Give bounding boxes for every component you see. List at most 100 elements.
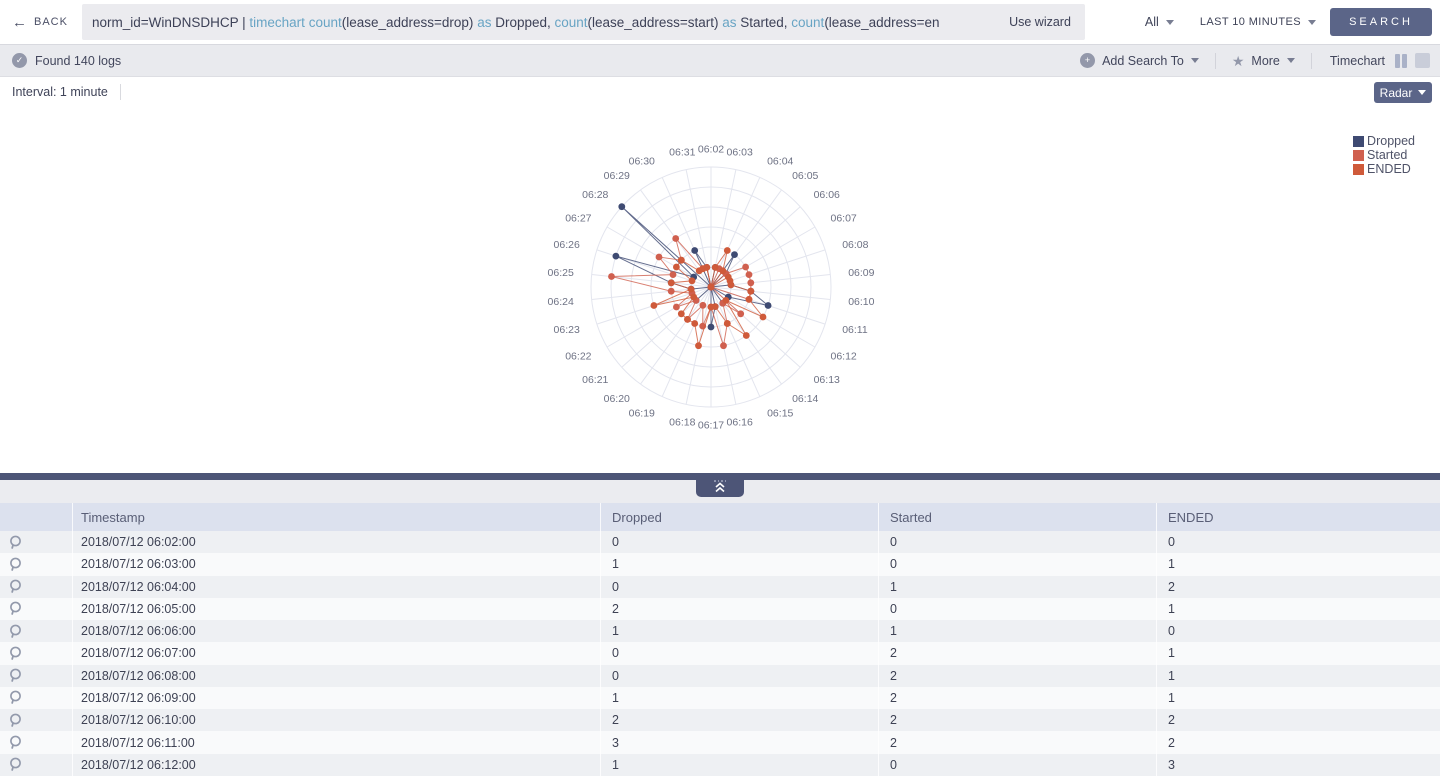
plus-circle-icon: + [1080, 53, 1095, 68]
table-row: 2018/07/12 06:03:00 1 0 1 [0, 553, 1440, 575]
status-text: Found 140 logs [35, 54, 121, 68]
legend-item: Dropped [1353, 134, 1415, 148]
search-magnifier-icon[interactable] [8, 735, 22, 750]
svg-text:06:18: 06:18 [669, 417, 695, 429]
svg-text:06:14: 06:14 [792, 393, 818, 405]
svg-text:06:10: 06:10 [848, 296, 874, 308]
search-magnifier-icon[interactable] [8, 646, 22, 661]
time-range-dropdown[interactable]: LAST 10 MINUTES [1200, 16, 1316, 28]
chart-type-label: Radar [1380, 86, 1413, 100]
query-token: Started, [740, 15, 791, 30]
table-header-timestamp[interactable]: Timestamp [72, 503, 600, 531]
search-magnifier-icon[interactable] [8, 557, 22, 572]
timestamp-cell: 2018/07/12 06:04:00 [72, 576, 600, 598]
query-token: Dropped, [495, 15, 554, 30]
search-magnifier-icon[interactable] [8, 579, 22, 594]
timestamp-cell: 2018/07/12 06:12:00 [72, 754, 600, 776]
table-header-row: Timestamp Dropped Started ENDED [0, 503, 1440, 531]
dropped-cell: 1 [600, 687, 878, 709]
row-icon-cell [0, 620, 72, 642]
dropped-cell: 0 [600, 531, 878, 553]
row-icon-cell [0, 687, 72, 709]
more-dropdown[interactable]: ★ More [1216, 54, 1311, 68]
search-magnifier-icon[interactable] [8, 535, 22, 550]
table-row: 2018/07/12 06:08:00 0 2 1 [0, 665, 1440, 687]
table-top-strip [0, 480, 1440, 503]
svg-text:06:17: 06:17 [698, 420, 724, 432]
svg-text:06:08: 06:08 [842, 239, 868, 251]
search-button[interactable]: SEARCH [1330, 8, 1432, 36]
table-body: 2018/07/12 06:02:00 0 0 0 2018/07/12 06:… [0, 531, 1440, 776]
table-row: 2018/07/12 06:10:00 2 2 2 [0, 709, 1440, 731]
query-token: timechart [249, 15, 308, 30]
dropped-cell: 3 [600, 731, 878, 753]
results-toolbar: ✓ Found 140 logs + Add Search To ★ More … [0, 44, 1440, 77]
collapse-table-handle[interactable] [696, 479, 744, 497]
query-token: (lease_address=en [824, 15, 939, 30]
radar-chart: 06:0206:0306:0406:0506:0606:0706:0806:09… [0, 77, 1440, 473]
started-cell: 0 [878, 598, 1156, 620]
table-row: 2018/07/12 06:12:00 1 0 3 [0, 754, 1440, 776]
ended-cell: 0 [1156, 531, 1440, 553]
search-magnifier-icon[interactable] [8, 713, 22, 728]
query-token: (lease_address=start) [588, 15, 723, 30]
timestamp-cell: 2018/07/12 06:06:00 [72, 620, 600, 642]
chart-type-dropdown[interactable]: Radar [1374, 82, 1432, 103]
legend-item: ENDED [1353, 162, 1415, 176]
table-row: 2018/07/12 06:06:00 1 1 0 [0, 620, 1440, 642]
legend-label: ENDED [1367, 162, 1411, 176]
started-cell: 2 [878, 642, 1156, 664]
search-magnifier-icon[interactable] [8, 668, 22, 683]
row-icon-cell [0, 665, 72, 687]
back-label: BACK [34, 16, 68, 28]
chevron-down-icon [1308, 20, 1316, 25]
chevron-down-icon [1191, 58, 1199, 63]
search-magnifier-icon[interactable] [8, 624, 22, 639]
row-icon-cell [0, 531, 72, 553]
search-magnifier-icon[interactable] [8, 757, 22, 772]
table-row: 2018/07/12 06:04:00 0 1 2 [0, 576, 1440, 598]
dropped-cell: 2 [600, 598, 878, 620]
search-magnifier-icon[interactable] [8, 690, 22, 705]
scope-dropdown[interactable]: All [1145, 15, 1174, 29]
table-header-dropped[interactable]: Dropped [600, 503, 878, 531]
svg-text:06:30: 06:30 [629, 155, 655, 167]
row-icon-cell [0, 576, 72, 598]
started-cell: 1 [878, 620, 1156, 642]
svg-text:06:31: 06:31 [669, 147, 695, 159]
svg-text:06:22: 06:22 [565, 351, 591, 363]
svg-text:06:02: 06:02 [698, 144, 724, 156]
dropped-cell: 1 [600, 620, 878, 642]
ended-cell: 1 [1156, 665, 1440, 687]
svg-text:06:09: 06:09 [848, 267, 874, 279]
svg-text:06:05: 06:05 [792, 170, 818, 182]
legend-label: Dropped [1367, 134, 1415, 148]
svg-text:06:16: 06:16 [727, 417, 753, 429]
query-token: as [477, 15, 495, 30]
grid-view-icon[interactable] [1415, 53, 1430, 68]
svg-text:06:07: 06:07 [831, 213, 857, 225]
row-icon-cell [0, 642, 72, 664]
svg-text:06:04: 06:04 [767, 155, 793, 167]
search-query-input[interactable]: norm_id=WinDNSDHCP | timechart count(lea… [82, 4, 1085, 40]
use-wizard-link[interactable]: Use wizard [1009, 15, 1071, 29]
more-label: More [1251, 54, 1279, 68]
svg-text:06:21: 06:21 [582, 374, 608, 386]
timestamp-cell: 2018/07/12 06:10:00 [72, 709, 600, 731]
svg-text:06:25: 06:25 [548, 267, 574, 279]
table-header-ended[interactable]: ENDED [1156, 503, 1440, 531]
columns-view-icon[interactable] [1395, 54, 1407, 68]
started-cell: 0 [878, 531, 1156, 553]
legend-item: Started [1353, 148, 1415, 162]
add-search-to-dropdown[interactable]: + Add Search To [1064, 53, 1215, 68]
row-icon-cell [0, 731, 72, 753]
search-query-text: norm_id=WinDNSDHCP | timechart count(lea… [92, 15, 991, 30]
legend-swatch-icon [1353, 164, 1364, 175]
dropped-cell: 2 [600, 709, 878, 731]
dropped-cell: 0 [600, 576, 878, 598]
search-magnifier-icon[interactable] [8, 601, 22, 616]
ended-cell: 1 [1156, 687, 1440, 709]
back-button[interactable]: ← BACK [12, 15, 68, 30]
table-header-started[interactable]: Started [878, 503, 1156, 531]
chevron-down-icon [1166, 20, 1174, 25]
